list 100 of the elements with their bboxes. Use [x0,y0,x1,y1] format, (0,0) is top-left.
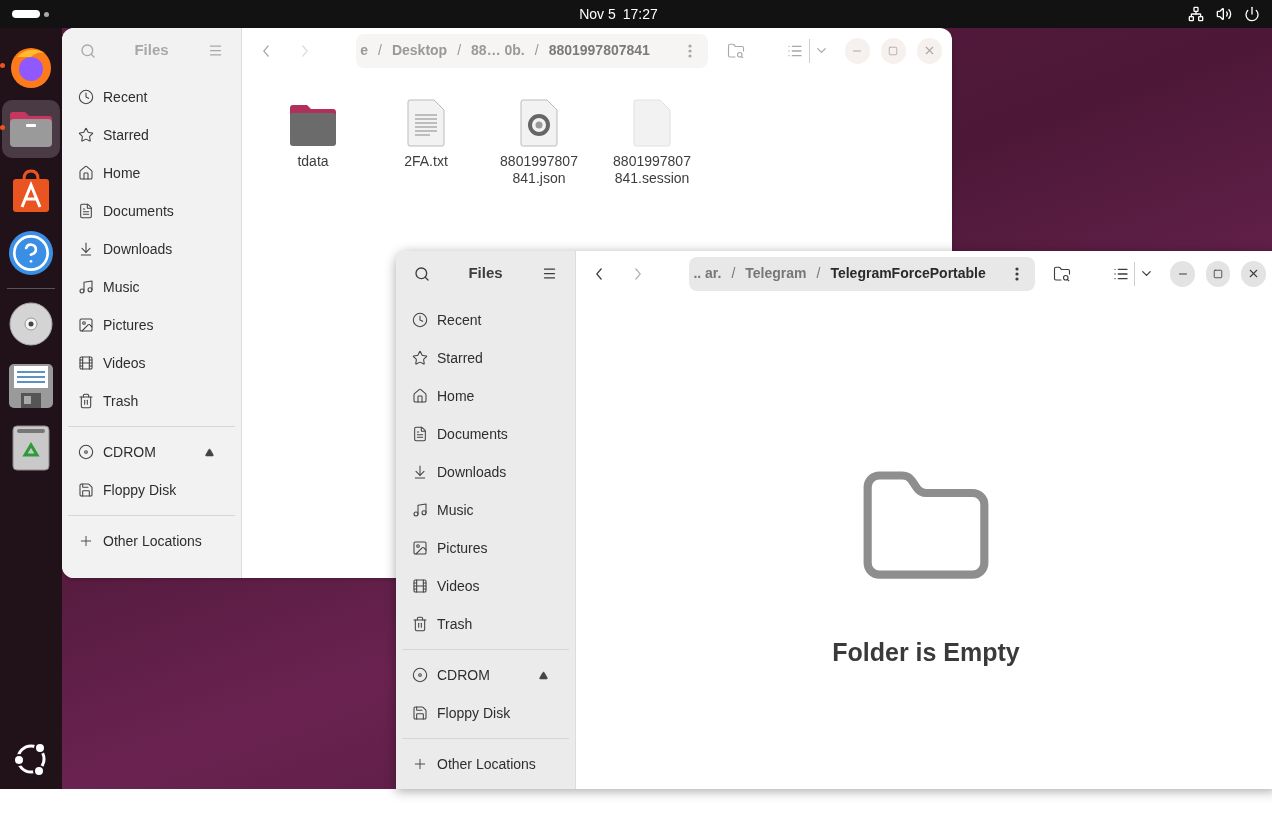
file-name: 2FA.txt [403,153,449,170]
sidebar-item[interactable]: Floppy Disk [412,702,559,724]
close-icon [923,44,936,57]
sidebar-item[interactable]: Recent [62,78,241,116]
eject-icon [204,447,214,457]
sidebar-item[interactable]: Other Locations [62,522,241,560]
eject-icon [538,670,548,680]
recycle-bin-icon [12,425,50,471]
chevron-right-icon [635,267,642,280]
path-separator: / [731,264,736,283]
path-segment[interactable]: Telegram [745,263,807,284]
folder-search-icon [726,41,745,60]
sidebar-item[interactable]: Starred [62,116,241,154]
path-separator: / [457,41,462,60]
sidebar-item[interactable]: Home [396,377,575,415]
blank-file-icon [632,99,672,147]
clock-icon [412,312,428,328]
sidebar-item[interactable]: Floppy Disk [78,479,225,501]
sidebar-item[interactable]: Recent [396,301,575,339]
trash-icon [78,393,94,409]
sidebar-item[interactable]: Trash [396,605,575,643]
sidebar-item[interactable]: Pictures [62,306,241,344]
firefox-icon [9,45,53,89]
help-icon [9,231,53,275]
disc-icon [9,302,53,346]
chevron-right-icon [301,44,308,57]
path-separator: / [816,264,821,283]
sidebar-title: Files [134,40,169,61]
workspace-indicator[interactable] [12,10,49,18]
document-icon [412,426,428,442]
sidebar-item[interactable]: Documents [396,415,575,453]
clock-text[interactable]: 17:27 [622,3,658,25]
file-item[interactable]: 8801997807841.session [602,99,702,187]
sidebar-item[interactable]: Pictures [396,529,575,567]
empty-state-message: Folder is Empty [832,637,1020,668]
code-file-icon [519,99,559,147]
sidebar-item[interactable]: Videos [396,567,575,605]
trash-icon [412,616,428,632]
music-note-icon [78,279,94,295]
file-item[interactable]: 8801997807841.json [489,99,589,187]
sidebar-item[interactable]: CDROM [412,664,535,686]
folder-icon [289,103,337,147]
sidebar-title: Files [468,263,503,284]
picture-icon [78,317,94,333]
disc-icon [78,444,94,460]
download-icon [78,241,94,257]
maximize-icon [1213,268,1224,279]
power-icon[interactable] [1244,6,1260,22]
ubuntu-logo-icon [13,741,49,777]
home-icon [412,388,428,404]
sidebar-item[interactable]: Downloads [396,453,575,491]
running-indicator [0,125,5,130]
sidebar-item[interactable]: CDROM [78,441,201,463]
film-icon [78,355,94,371]
maximize-button[interactable] [1205,260,1231,287]
chevron-left-icon [596,267,603,280]
sidebar-item[interactable]: Trash [62,382,241,420]
plus-icon [412,756,428,772]
file-item[interactable]: 2FA.txt [376,99,476,170]
text-file-icon [406,99,446,147]
sidebar-item[interactable]: Documents [62,192,241,230]
path-segment[interactable]: .. ar. [693,263,722,284]
date-text[interactable]: Nov 5 [579,3,616,25]
plus-icon [78,533,94,549]
sidebar-item[interactable]: Downloads [62,230,241,268]
close-button[interactable] [1241,260,1266,287]
network-icon[interactable] [1188,6,1204,22]
download-icon [412,464,428,480]
dock-item[interactable] [2,100,60,158]
volume-icon[interactable] [1216,6,1232,22]
folder-icon [8,109,54,149]
star-icon [78,127,94,143]
file-name: 8801997807841.session [612,153,692,187]
music-note-icon [412,502,428,518]
path-separator: / [378,41,382,60]
disc-icon [412,667,428,683]
sidebar-item[interactable]: Other Locations [396,745,575,783]
search-icon [414,265,430,282]
path-separator: / [534,41,539,60]
sidebar-item[interactable]: Videos [62,344,241,382]
file-name: 8801997807841.json [499,153,579,187]
shopping-bag-icon [12,169,50,213]
document-icon [78,203,94,219]
star-icon [412,350,428,366]
file-name: tdata [296,153,330,170]
chevron-left-icon [262,44,269,57]
path-segment[interactable]: TelegramForcePortable [830,263,986,284]
sidebar-item[interactable]: Music [396,491,575,529]
path-segment[interactable]: 8801997807841 [548,40,650,61]
sidebar-item[interactable]: Home [62,154,241,192]
clock-icon [78,89,94,105]
minimize-button[interactable] [1170,260,1195,287]
folder-search-icon [1053,264,1072,283]
film-icon [412,578,428,594]
more-icon [1015,266,1020,281]
sidebar-item[interactable]: Starred [396,339,575,377]
search-icon [80,42,96,59]
file-item[interactable]: tdata [263,99,363,170]
sidebar-item[interactable]: Music [62,268,241,306]
home-icon [78,165,94,181]
